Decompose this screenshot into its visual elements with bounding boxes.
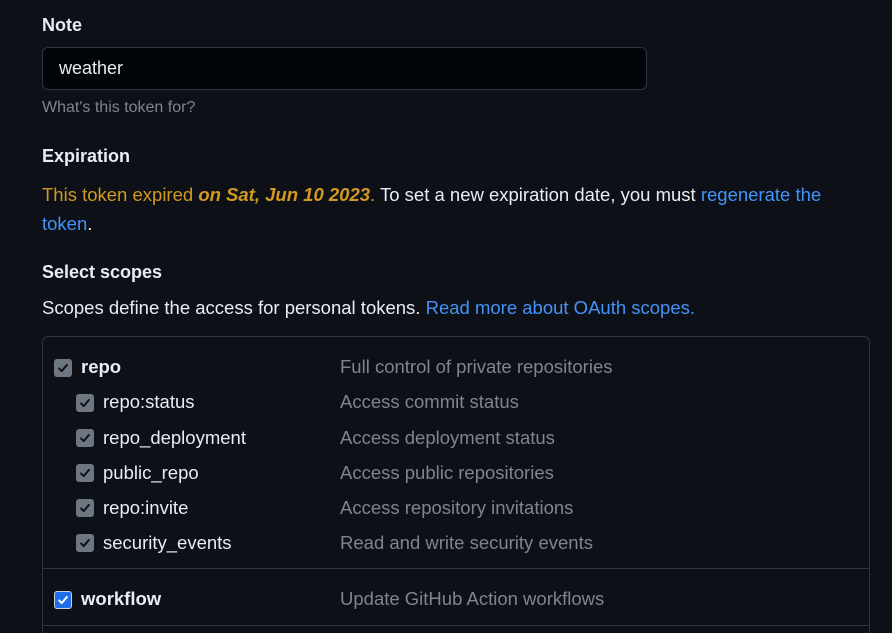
scope-desc-repo: Full control of private repositories — [340, 356, 613, 377]
scope-name-repo-deployment: repo_deployment — [103, 427, 246, 448]
expiration-instruction: To set a new expiration date, you must — [375, 184, 701, 205]
check-icon — [80, 503, 90, 513]
repo-deployment-checkbox[interactable] — [76, 429, 94, 447]
scope-group-divider — [43, 625, 869, 626]
check-icon — [80, 433, 90, 443]
check-icon — [80, 468, 90, 478]
repo-invite-checkbox[interactable] — [76, 499, 94, 517]
scopes-label: Select scopes — [42, 262, 163, 282]
expiration-warning: This token expired — [42, 184, 199, 205]
scope-name-repo: repo — [81, 356, 122, 377]
repo-status-checkbox[interactable] — [76, 394, 94, 412]
check-icon — [58, 595, 68, 605]
scope-name-repo-invite: repo:invite — [103, 497, 189, 518]
scope-name-public-repo: public_repo — [103, 462, 199, 483]
scope-desc-repo-invite: Access repository invitations — [340, 497, 574, 518]
scope-group-divider — [43, 568, 869, 569]
scope-desc-public-repo: Access public repositories — [340, 462, 554, 483]
expiration-trailing-period: . — [87, 213, 93, 234]
note-input[interactable] — [42, 47, 647, 90]
scope-desc-workflow: Update GitHub Action workflows — [340, 588, 605, 609]
oauth-scopes-link[interactable]: Read more about OAuth scopes. — [426, 297, 695, 318]
security-events-checkbox[interactable] — [76, 534, 94, 552]
scope-desc-repo-status: Access commit status — [340, 391, 519, 412]
workflow-checkbox[interactable] — [54, 591, 72, 609]
token-settings-page: Note What's this token for? Expiration T… — [0, 0, 892, 633]
scopes-description-text: Scopes define the access for personal to… — [42, 297, 426, 318]
note-hint: What's this token for? — [42, 99, 196, 116]
check-icon — [80, 398, 90, 408]
scope-name-workflow: workflow — [81, 588, 162, 609]
scope-desc-security-events: Read and write security events — [340, 532, 593, 553]
public-repo-checkbox[interactable] — [76, 464, 94, 482]
scope-desc-repo-deployment: Access deployment status — [340, 427, 555, 448]
repo-checkbox[interactable] — [54, 359, 72, 377]
check-icon — [58, 363, 68, 373]
note-label: Note — [42, 15, 82, 35]
scope-name-security-events: security_events — [103, 532, 232, 553]
check-icon — [80, 538, 90, 548]
scopes-description: Scopes define the access for personal to… — [42, 297, 695, 319]
expiration-message: This token expired on Sat, Jun 10 2023. … — [42, 180, 862, 238]
expired-date: on Sat, Jun 10 2023 — [198, 184, 371, 205]
expiration-label: Expiration — [42, 146, 131, 166]
scope-name-repo-status: repo:status — [103, 391, 195, 412]
